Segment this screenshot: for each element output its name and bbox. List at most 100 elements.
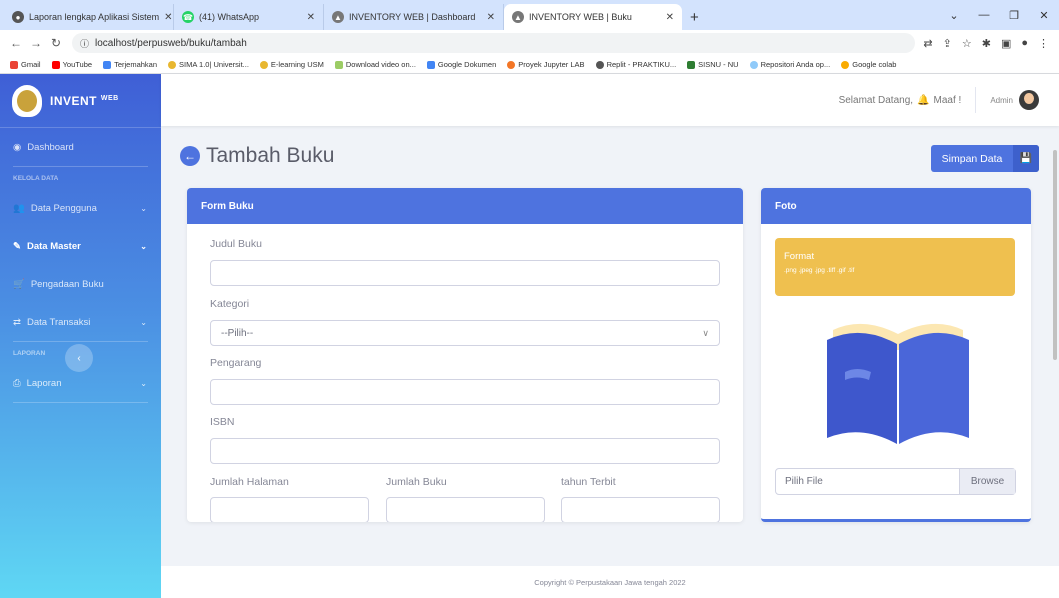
- bookmark-youtube[interactable]: YouTube: [51, 60, 92, 69]
- save-icon: 💾: [1013, 145, 1039, 172]
- replit-icon: [595, 60, 604, 69]
- bookmark-jupyter[interactable]: Proyek Jupyter LAB: [507, 60, 585, 69]
- chevron-down-icon: ⌄: [140, 378, 147, 388]
- menu-icon[interactable]: ⋮: [1038, 37, 1049, 50]
- form-card: Form Buku Judul Buku Kategori --Pilih-- …: [187, 188, 743, 522]
- greeting: Selamat Datang, 🔔 Maaf !: [838, 94, 962, 106]
- label-halaman: Jumlah Halaman: [210, 476, 289, 488]
- kategori-select[interactable]: --Pilih-- ∨: [210, 320, 720, 346]
- label-isbn: ISBN: [210, 416, 235, 428]
- bookmark-download[interactable]: Download video on...: [334, 60, 416, 69]
- star-icon[interactable]: ☆: [962, 37, 972, 50]
- tab-search-icon[interactable]: ⌄: [939, 9, 969, 22]
- profile-icon[interactable]: ●: [1021, 37, 1028, 50]
- address-bar-row: ← → ↻ ⓘ localhost/perpusweb/buku/tambah …: [0, 30, 1059, 56]
- scrollbar[interactable]: [1053, 150, 1057, 360]
- browser-actions: ⇄ ⇪ ☆ ✱ ▣ ● ⋮: [923, 37, 1053, 50]
- site-icon: ▲: [512, 11, 524, 23]
- site-icon: ▲: [332, 11, 344, 23]
- minimize-icon[interactable]: —: [969, 9, 999, 21]
- youtube-icon: [51, 60, 60, 69]
- sidebar-item-pengadaan[interactable]: 🛒 Pengadaan Buku: [0, 265, 161, 303]
- bookmark-replit[interactable]: Replit - PRAKTIKU...: [595, 60, 676, 69]
- label-pengarang: Pengarang: [210, 357, 262, 369]
- logo-icon: [12, 84, 42, 117]
- bookmark-sima[interactable]: SIMA 1.0| Universit...: [168, 60, 249, 69]
- cart-icon: 🛒: [13, 278, 25, 290]
- foto-card: Foto Format .png .jpeg .jpg .tiff .gif .…: [761, 188, 1031, 522]
- gmail-icon: [10, 60, 18, 69]
- dashboard-icon: ◉: [13, 141, 22, 153]
- browser-tab[interactable]: ▲ INVENTORY WEB | Dashboard ✕: [324, 4, 504, 30]
- page-header: ← Tambah Buku: [180, 144, 334, 168]
- bookmark-sisnu[interactable]: SISNU - NU: [687, 60, 739, 69]
- window-controls: ⌄ — ❐ ✕: [939, 0, 1059, 30]
- user-menu[interactable]: Admin: [990, 90, 1039, 110]
- printer-icon: ⎙: [13, 377, 21, 389]
- page-title: Tambah Buku: [206, 144, 335, 167]
- whatsapp-icon: ☎: [182, 11, 194, 23]
- share-icon[interactable]: ⇪: [943, 37, 952, 50]
- book-illustration: [827, 323, 969, 444]
- label-judul: Judul Buku: [210, 238, 262, 250]
- sidepanel-icon[interactable]: ▣: [1001, 37, 1011, 50]
- label-kategori: Kategori: [210, 298, 250, 310]
- bookmark-translate[interactable]: Terjemahkan: [103, 60, 157, 69]
- new-tab-button[interactable]: +: [682, 4, 707, 30]
- browser-tab-active[interactable]: ▲ INVENTORY WEB | Buku ✕: [504, 4, 682, 30]
- brand[interactable]: INVENT WEB: [0, 74, 161, 128]
- chevron-down-icon: ⌄: [140, 241, 147, 251]
- maximize-icon[interactable]: ❐: [999, 9, 1029, 22]
- footer: Copyright © Perpustakaan Jawa tengah 202…: [161, 566, 1059, 598]
- bookmark-docs[interactable]: Google Dokumen: [426, 60, 496, 69]
- browse-button[interactable]: Browse: [959, 469, 1015, 494]
- judul-input[interactable]: [210, 260, 720, 286]
- chevron-down-icon: ∨: [702, 327, 709, 338]
- sidebar-item-dashboard[interactable]: ◉ Dashboard: [0, 128, 161, 166]
- sidebar-item-data-master[interactable]: ✎ Data Master ⌄: [0, 227, 161, 265]
- users-icon: 👥: [13, 202, 25, 214]
- forward-arrow-icon[interactable]: →: [26, 36, 46, 50]
- sidebar-toggle-button[interactable]: ‹: [65, 344, 93, 372]
- bookmark-colab[interactable]: Google colab: [841, 60, 896, 69]
- avatar: [1019, 90, 1039, 110]
- tahun-input[interactable]: [561, 497, 720, 522]
- reload-icon[interactable]: ↻: [46, 36, 66, 50]
- sidebar-item-transaksi[interactable]: ⇄ Data Transaksi ⌄: [0, 303, 161, 341]
- section-heading: KELOLA DATA: [13, 174, 59, 182]
- bookmark-gmail[interactable]: Gmail: [10, 60, 41, 69]
- isbn-input[interactable]: [210, 438, 720, 464]
- file-input[interactable]: Pilih File Browse: [775, 468, 1016, 495]
- download-icon: [334, 60, 343, 69]
- bell-icon[interactable]: 🔔: [917, 95, 929, 106]
- label-tahun: tahun Terbit: [561, 476, 616, 488]
- browser-tab[interactable]: ☎ (41) WhatsApp ✕: [174, 4, 324, 30]
- bookmarks-bar: Gmail YouTube Terjemahkan SIMA 1.0| Univ…: [0, 56, 1059, 74]
- translate-icon[interactable]: ⇄: [923, 37, 932, 50]
- close-tab-icon[interactable]: ✕: [307, 12, 315, 23]
- save-button[interactable]: Simpan Data 💾: [931, 145, 1039, 172]
- card-header: Form Buku: [187, 188, 743, 224]
- back-arrow-icon[interactable]: ←: [6, 36, 26, 50]
- halaman-input[interactable]: [210, 497, 369, 522]
- close-tab-icon[interactable]: ✕: [164, 12, 172, 23]
- bookmark-elearning[interactable]: E-learning USM: [259, 60, 324, 69]
- info-icon: ⓘ: [80, 38, 90, 49]
- browser-tabstrip: ● Laporan lengkap Aplikasi Sistem ✕ ☎ (4…: [0, 0, 1059, 30]
- sima-icon: [168, 60, 177, 69]
- jumlah-input[interactable]: [386, 497, 545, 522]
- jupyter-icon: [507, 60, 516, 69]
- close-window-icon[interactable]: ✕: [1029, 9, 1059, 22]
- extensions-icon[interactable]: ✱: [982, 37, 991, 50]
- back-button[interactable]: ←: [180, 146, 200, 166]
- sidebar-item-data-pengguna[interactable]: 👥 Data Pengguna ⌄: [0, 189, 161, 227]
- sisnu-icon: [687, 60, 696, 69]
- close-tab-icon[interactable]: ✕: [666, 12, 674, 23]
- bookmark-repositori[interactable]: Repositori Anda op...: [749, 60, 830, 69]
- label-jumlah: Jumlah Buku: [386, 476, 447, 488]
- browser-tab[interactable]: ● Laporan lengkap Aplikasi Sistem ✕: [4, 4, 174, 30]
- pengarang-input[interactable]: [210, 379, 720, 405]
- colab-icon: [841, 60, 850, 69]
- close-tab-icon[interactable]: ✕: [487, 12, 495, 23]
- url-field[interactable]: ⓘ localhost/perpusweb/buku/tambah: [72, 33, 916, 53]
